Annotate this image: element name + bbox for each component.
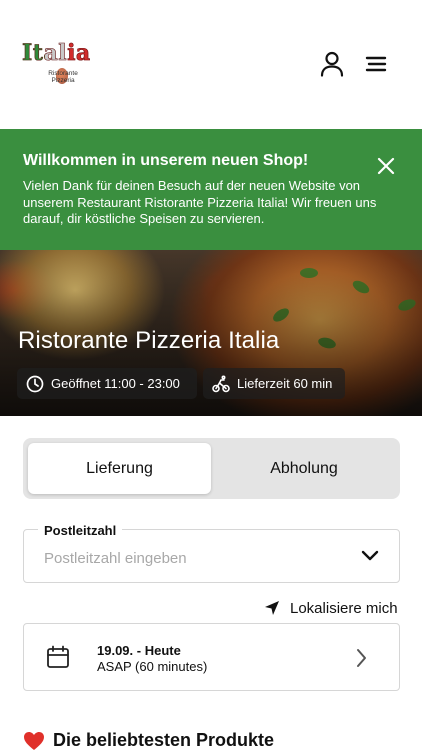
chevron-right-icon <box>357 649 366 667</box>
banner-close-button[interactable] <box>374 154 398 178</box>
welcome-banner: Willkommen in unserem neuen Shop! Vielen… <box>0 129 422 250</box>
order-mode-toggle: Lieferung Abholung <box>23 438 400 499</box>
hamburger-menu-icon <box>365 56 387 72</box>
logo-subtitle: Ristorante Pizzeria <box>48 70 78 84</box>
navigation-arrow-icon <box>265 601 279 615</box>
selected-date: 19.09. - Heute <box>97 643 181 658</box>
restaurant-logo[interactable]: Italia Ristorante Pizzeria <box>22 40 104 88</box>
delivery-time-text: Lieferzeit 60 min <box>237 376 333 391</box>
hero-image: Ristorante Pizzeria Italia Geöffnet 11:0… <box>0 250 422 416</box>
delivery-option[interactable]: Lieferung <box>28 443 211 494</box>
user-icon <box>320 51 344 77</box>
calendar-icon <box>47 645 69 668</box>
postcode-label: Postleitzahl <box>38 523 123 538</box>
popular-products-title: Die beliebtesten Produkte <box>53 730 275 750</box>
restaurant-name: Ristorante Pizzeria Italia <box>18 327 280 354</box>
pickup-option[interactable]: Abholung <box>213 443 395 494</box>
delivery-time-selector[interactable]: 19.09. - Heute ASAP (60 minutes) <box>23 623 400 691</box>
clock-icon <box>26 375 44 392</box>
chevron-down-icon[interactable] <box>360 548 380 562</box>
opening-hours-text: Geöffnet 11:00 - 23:00 <box>51 376 180 391</box>
delivery-time-badge: Lieferzeit 60 min <box>203 368 345 399</box>
locate-me-button[interactable]: Lokalisiere mich <box>264 598 398 618</box>
banner-text: Vielen Dank für deinen Besuch auf der ne… <box>23 178 377 226</box>
menu-button[interactable] <box>362 50 390 78</box>
close-icon <box>377 157 395 175</box>
banner-title: Willkommen in unserem neuen Shop! <box>23 152 309 169</box>
popular-products-heading: Die beliebtesten Produkte <box>23 730 274 750</box>
logo-title: Italia <box>22 40 91 67</box>
locate-me-label: Lokalisiere mich <box>290 599 398 617</box>
postcode-field[interactable]: Postleitzahl <box>23 523 400 583</box>
selected-time: ASAP (60 minutes) <box>97 659 208 674</box>
app-header: Italia Ristorante Pizzeria <box>0 0 422 129</box>
postcode-input[interactable] <box>44 550 344 567</box>
account-button[interactable] <box>318 50 346 78</box>
bicycle-icon <box>212 374 230 392</box>
heart-icon <box>24 731 44 750</box>
opening-hours-badge: Geöffnet 11:00 - 23:00 <box>17 368 197 399</box>
